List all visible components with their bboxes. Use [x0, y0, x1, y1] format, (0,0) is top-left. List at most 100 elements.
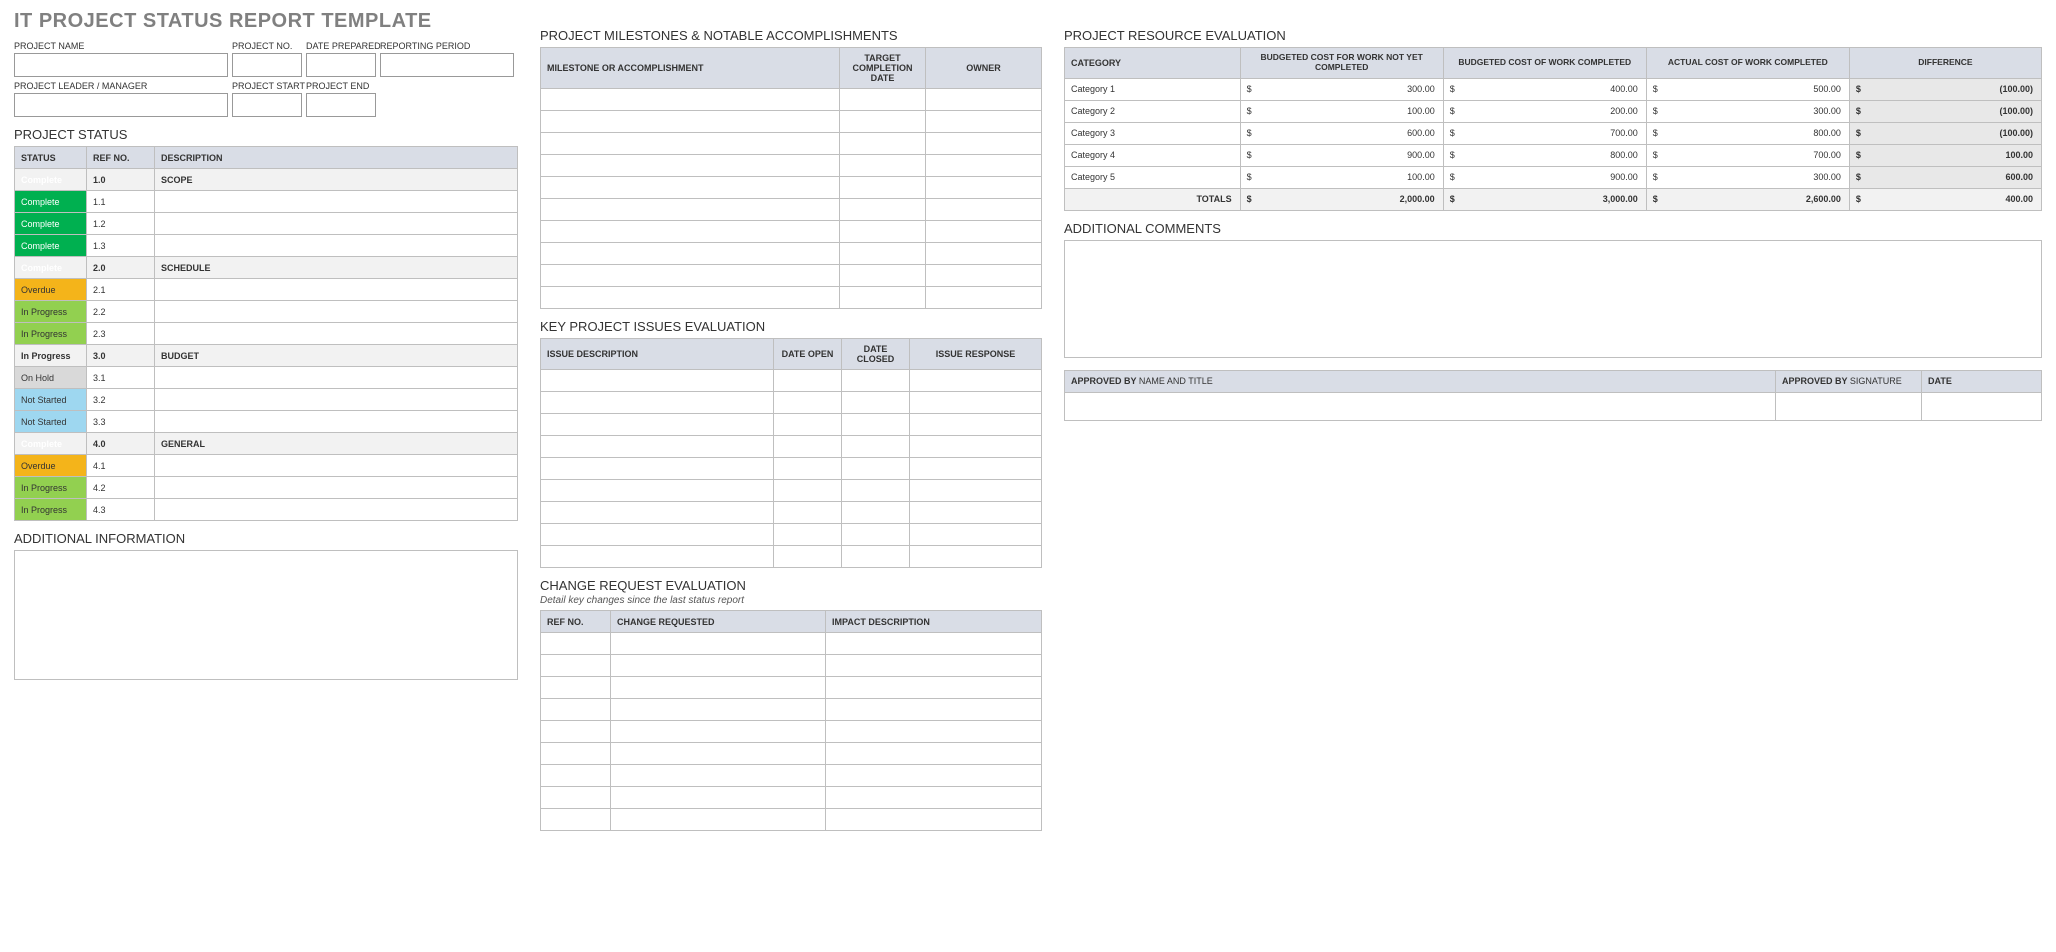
empty-cell[interactable]	[774, 502, 842, 524]
empty-cell[interactable]	[541, 699, 611, 721]
empty-cell[interactable]	[774, 436, 842, 458]
empty-cell[interactable]	[541, 524, 774, 546]
empty-cell[interactable]	[774, 458, 842, 480]
empty-cell[interactable]	[611, 765, 826, 787]
empty-cell[interactable]	[541, 243, 840, 265]
status-cell[interactable]: Complete	[15, 235, 87, 257]
empty-cell[interactable]	[826, 743, 1042, 765]
empty-cell[interactable]	[541, 436, 774, 458]
empty-cell[interactable]	[826, 809, 1042, 831]
empty-cell[interactable]	[541, 721, 611, 743]
empty-cell[interactable]	[842, 524, 910, 546]
empty-cell[interactable]	[826, 633, 1042, 655]
empty-cell[interactable]	[842, 414, 910, 436]
status-cell[interactable]: In Progress	[15, 345, 87, 367]
empty-cell[interactable]	[840, 243, 926, 265]
empty-cell[interactable]	[611, 809, 826, 831]
status-cell[interactable]: On Hold	[15, 367, 87, 389]
info-input[interactable]	[306, 53, 376, 77]
empty-cell[interactable]	[926, 265, 1042, 287]
empty-cell[interactable]	[926, 177, 1042, 199]
empty-cell[interactable]	[840, 221, 926, 243]
empty-cell[interactable]	[842, 392, 910, 414]
empty-cell[interactable]	[910, 480, 1042, 502]
empty-cell[interactable]	[840, 287, 926, 309]
empty-cell[interactable]	[541, 392, 774, 414]
info-input[interactable]	[306, 93, 376, 117]
status-cell[interactable]: Complete	[15, 169, 87, 191]
empty-cell[interactable]	[541, 765, 611, 787]
empty-cell[interactable]	[910, 458, 1042, 480]
empty-cell[interactable]	[611, 655, 826, 677]
empty-cell[interactable]	[842, 480, 910, 502]
empty-cell[interactable]	[774, 370, 842, 392]
empty-cell[interactable]	[840, 199, 926, 221]
empty-cell[interactable]	[541, 546, 774, 568]
empty-cell[interactable]	[842, 458, 910, 480]
empty-cell[interactable]	[611, 633, 826, 655]
status-cell[interactable]: Overdue	[15, 279, 87, 301]
empty-cell[interactable]	[541, 633, 611, 655]
empty-cell[interactable]	[926, 199, 1042, 221]
empty-cell[interactable]	[910, 546, 1042, 568]
empty-cell[interactable]	[826, 677, 1042, 699]
empty-cell[interactable]	[541, 133, 840, 155]
empty-cell[interactable]	[541, 743, 611, 765]
empty-cell[interactable]	[842, 370, 910, 392]
empty-cell[interactable]	[826, 699, 1042, 721]
status-cell[interactable]: Complete	[15, 191, 87, 213]
info-input[interactable]	[14, 93, 228, 117]
empty-cell[interactable]	[541, 480, 774, 502]
empty-cell[interactable]	[774, 546, 842, 568]
empty-cell[interactable]	[541, 677, 611, 699]
empty-cell[interactable]	[926, 89, 1042, 111]
empty-cell[interactable]	[541, 89, 840, 111]
empty-cell[interactable]	[842, 436, 910, 458]
empty-cell[interactable]	[910, 524, 1042, 546]
info-input[interactable]	[14, 53, 228, 77]
status-cell[interactable]: In Progress	[15, 323, 87, 345]
empty-cell[interactable]	[541, 458, 774, 480]
empty-cell[interactable]	[541, 370, 774, 392]
status-cell[interactable]: Not Started	[15, 411, 87, 433]
empty-cell[interactable]	[774, 524, 842, 546]
empty-cell[interactable]	[840, 155, 926, 177]
empty-cell[interactable]	[826, 765, 1042, 787]
empty-cell[interactable]	[926, 287, 1042, 309]
empty-cell[interactable]	[840, 265, 926, 287]
empty-cell[interactable]	[541, 502, 774, 524]
empty-cell[interactable]	[840, 177, 926, 199]
empty-cell[interactable]	[541, 414, 774, 436]
empty-cell[interactable]	[611, 699, 826, 721]
status-cell[interactable]: In Progress	[15, 477, 87, 499]
empty-cell[interactable]	[926, 243, 1042, 265]
status-cell[interactable]: In Progress	[15, 301, 87, 323]
status-cell[interactable]: Not Started	[15, 389, 87, 411]
approval-sig-cell[interactable]	[1776, 392, 1922, 420]
empty-cell[interactable]	[541, 199, 840, 221]
empty-cell[interactable]	[926, 221, 1042, 243]
empty-cell[interactable]	[541, 265, 840, 287]
empty-cell[interactable]	[541, 809, 611, 831]
empty-cell[interactable]	[826, 787, 1042, 809]
empty-cell[interactable]	[541, 155, 840, 177]
empty-cell[interactable]	[840, 133, 926, 155]
approval-date-cell[interactable]	[1922, 392, 2042, 420]
approval-name-cell[interactable]	[1065, 392, 1776, 420]
status-cell[interactable]: Complete	[15, 433, 87, 455]
empty-cell[interactable]	[842, 546, 910, 568]
empty-cell[interactable]	[910, 502, 1042, 524]
empty-cell[interactable]	[842, 502, 910, 524]
status-cell[interactable]: Complete	[15, 213, 87, 235]
empty-cell[interactable]	[910, 370, 1042, 392]
status-cell[interactable]: In Progress	[15, 499, 87, 521]
status-cell[interactable]: Overdue	[15, 455, 87, 477]
empty-cell[interactable]	[826, 655, 1042, 677]
additional-info-box[interactable]	[14, 550, 518, 680]
empty-cell[interactable]	[910, 414, 1042, 436]
empty-cell[interactable]	[611, 677, 826, 699]
empty-cell[interactable]	[926, 133, 1042, 155]
empty-cell[interactable]	[611, 787, 826, 809]
empty-cell[interactable]	[541, 655, 611, 677]
info-input[interactable]	[380, 53, 514, 77]
